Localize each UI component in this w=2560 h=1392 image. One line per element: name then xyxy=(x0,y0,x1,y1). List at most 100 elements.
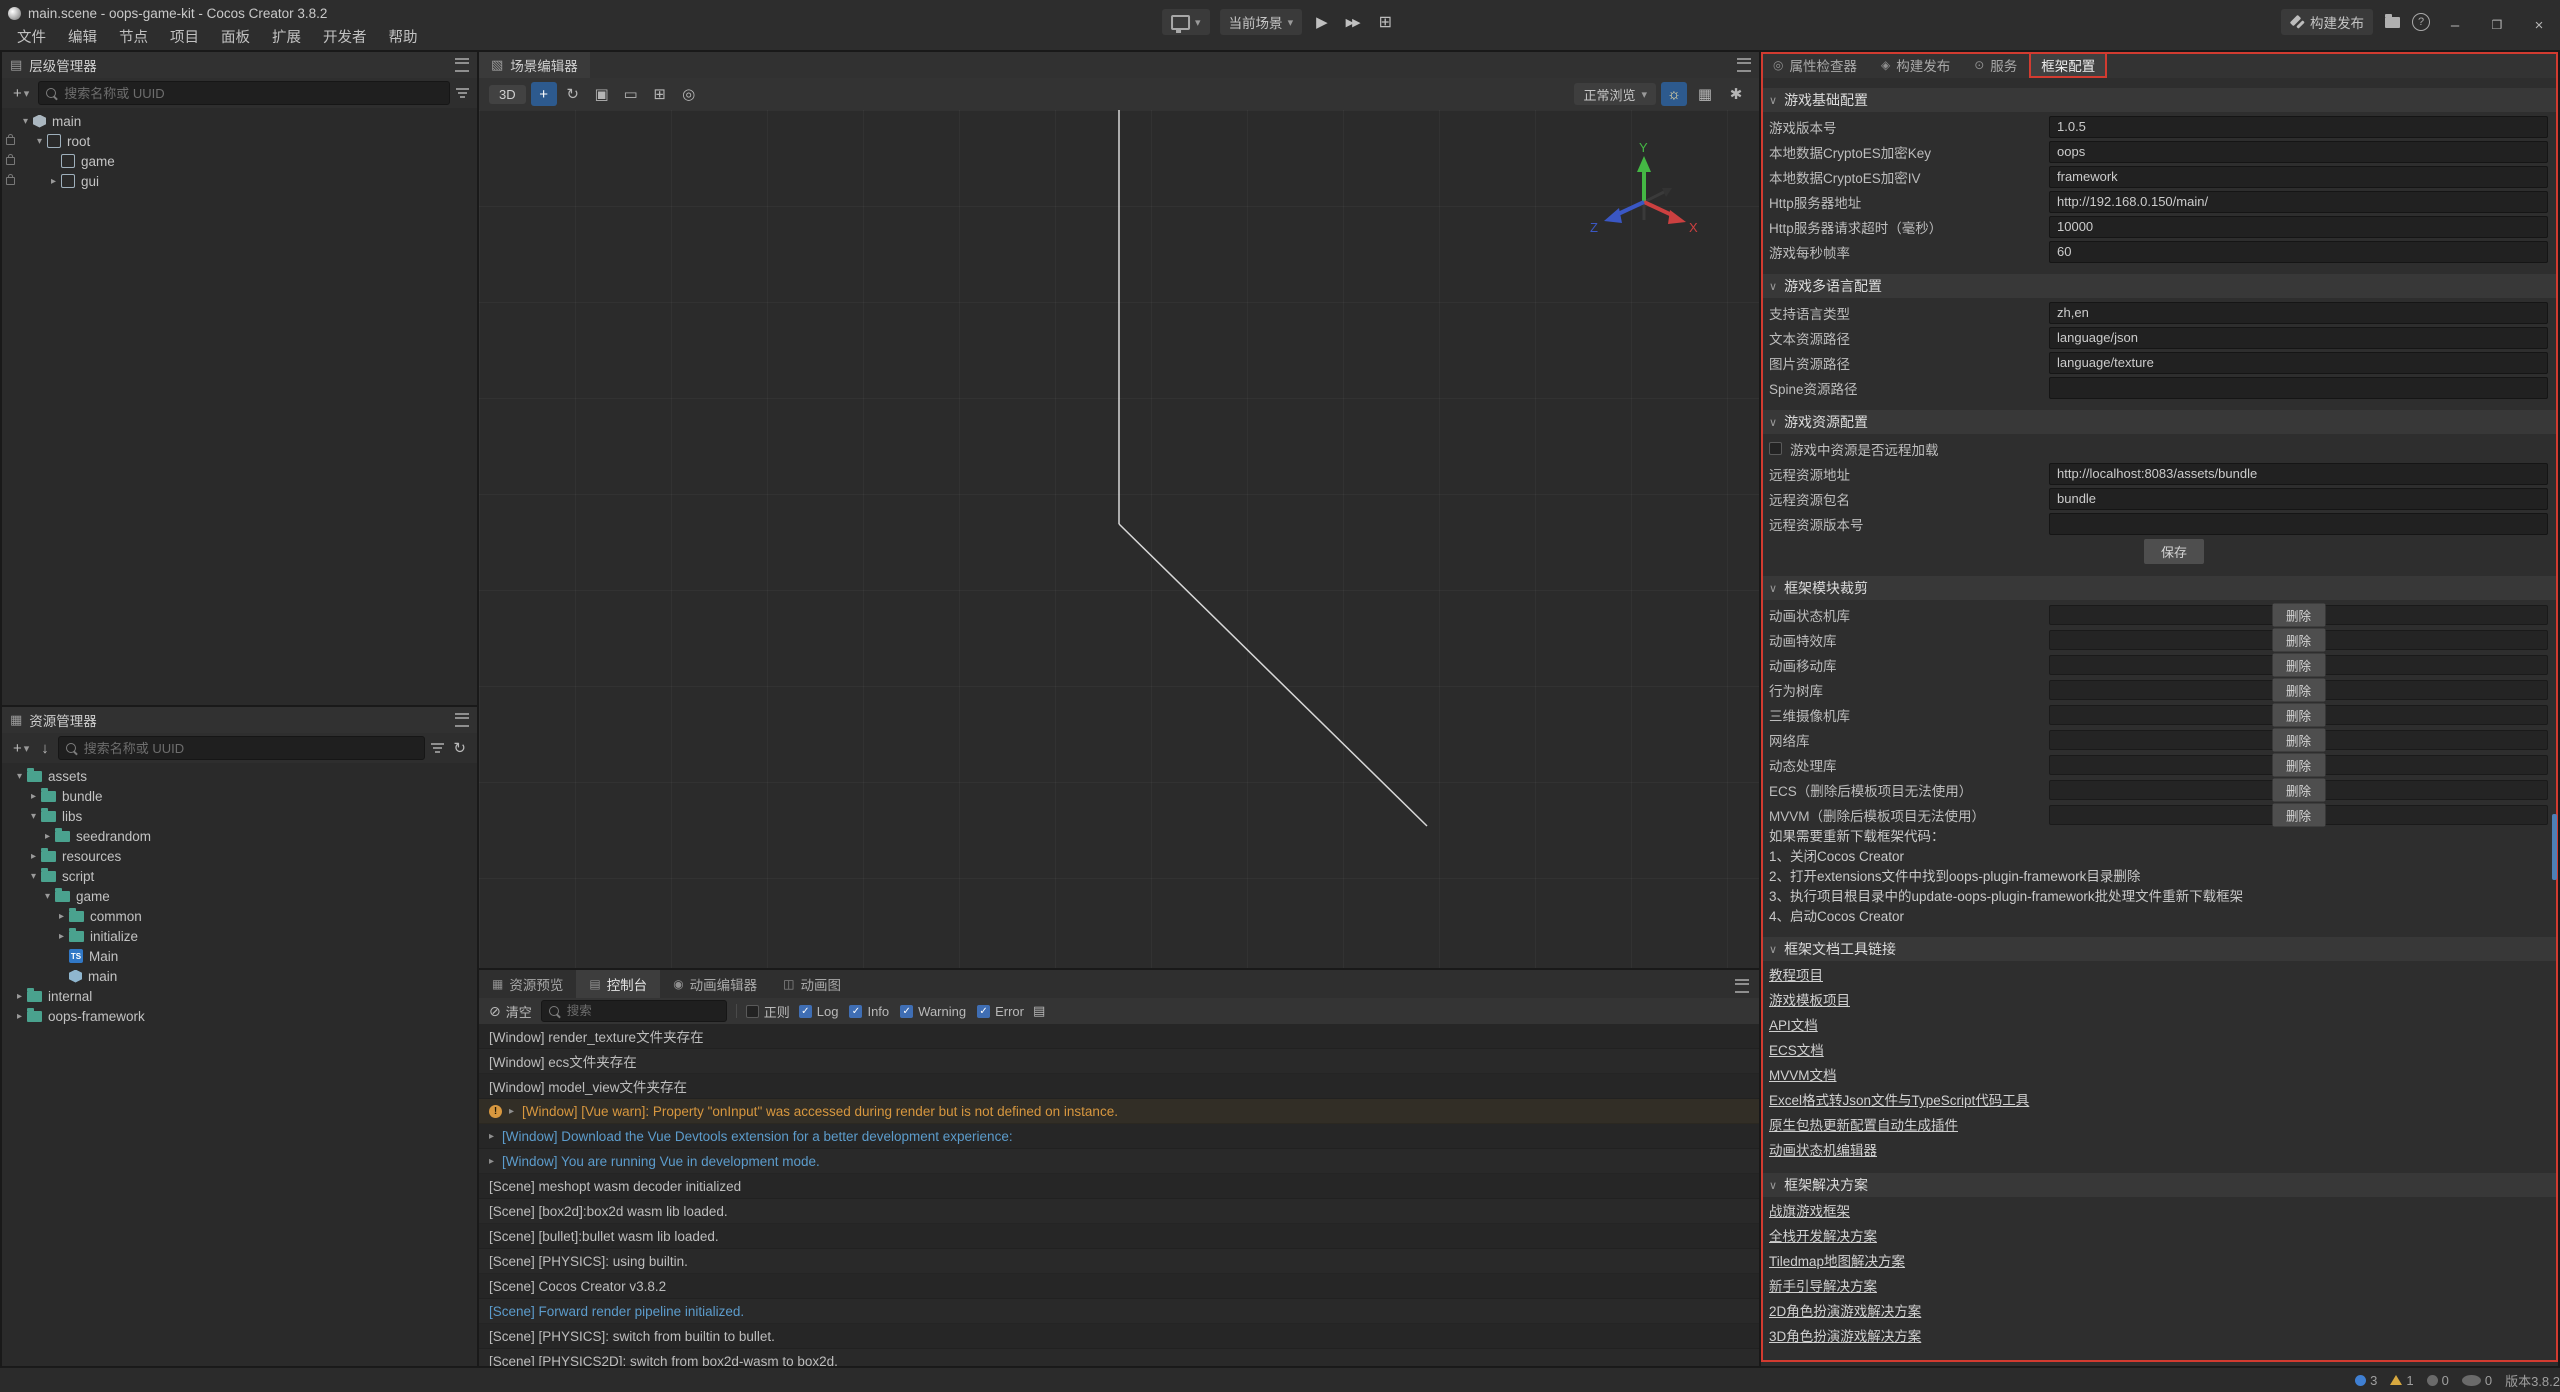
scene-tab[interactable]: ▧ 场景编辑器 xyxy=(479,52,590,78)
checkbox-log[interactable]: ✓ xyxy=(799,1005,812,1018)
panel-menu-icon[interactable] xyxy=(455,58,469,72)
delete-module-button-5[interactable]: 删除 xyxy=(2272,728,2325,751)
tree-row-common[interactable]: ▸common xyxy=(2,906,477,926)
menu-item-1[interactable]: 编辑 xyxy=(57,26,108,50)
inspector-tab-1[interactable]: ◈构建发布 xyxy=(1869,52,1962,78)
panel-menu-icon[interactable] xyxy=(455,713,469,727)
menu-item-6[interactable]: 开发者 xyxy=(312,26,378,50)
rect-tool-icon[interactable]: ▭ xyxy=(618,82,644,106)
create-node-button[interactable]: +▾ xyxy=(10,85,32,102)
section-header-3[interactable]: ∨框架模块裁剪 xyxy=(1761,576,2558,600)
inspector-tab-2[interactable]: ⊙服务 xyxy=(1962,52,2029,78)
tree-row-root[interactable]: ▾root xyxy=(2,131,477,151)
tree-row-game[interactable]: ▾game xyxy=(2,886,477,906)
tree-row-bundle[interactable]: ▸bundle xyxy=(2,786,477,806)
menu-item-3[interactable]: 项目 xyxy=(159,26,210,50)
gizmo-position-icon[interactable]: ⊞ xyxy=(647,82,673,106)
console-search[interactable] xyxy=(541,1000,727,1022)
menu-item-2[interactable]: 节点 xyxy=(108,26,159,50)
delete-module-button-1[interactable]: 删除 xyxy=(2272,628,2325,651)
checkbox-warning[interactable]: ✓ xyxy=(900,1005,913,1018)
close-button[interactable]: × xyxy=(2518,0,2560,50)
status-warn[interactable]: 1 xyxy=(2390,1373,2413,1388)
status-note[interactable]: 0 xyxy=(2462,1373,2492,1388)
link-4-5[interactable]: Excel格式转Json文件与TypeScript代码工具 xyxy=(1769,1088,2029,1113)
console-message[interactable]: !▸[Window] [Vue warn]: Property "onInput… xyxy=(479,1099,1759,1124)
menu-item-4[interactable]: 面板 xyxy=(210,26,261,50)
menu-item-0[interactable]: 文件 xyxy=(6,26,57,50)
save-button[interactable]: 保存 xyxy=(2144,539,2204,564)
tree-row-resources[interactable]: ▸resources xyxy=(2,846,477,866)
assets-search[interactable] xyxy=(58,736,426,760)
expand-icon[interactable]: ▸ xyxy=(489,1131,494,1142)
section-header-1[interactable]: ∨游戏多语言配置 xyxy=(1761,274,2558,298)
link-4-7[interactable]: 动画状态机编辑器 xyxy=(1769,1138,1877,1163)
chevron-right-icon[interactable]: ▸ xyxy=(26,791,41,802)
preview-window-icon[interactable]: ⊞ xyxy=(1373,9,1398,35)
delete-module-button-7[interactable]: 删除 xyxy=(2272,778,2325,801)
checkbox-error[interactable]: ✓ xyxy=(977,1005,990,1018)
console-message[interactable]: ▸[Window] You are running Vue in develop… xyxy=(479,1149,1759,1174)
assets-search-input[interactable] xyxy=(82,740,418,757)
tree-row-seedrandom[interactable]: ▸seedrandom xyxy=(2,826,477,846)
property-input-1-2[interactable] xyxy=(2049,352,2548,374)
step-button[interactable]: ▶▶ xyxy=(1342,16,1363,29)
chevron-down-icon[interactable]: ▾ xyxy=(32,136,47,147)
remote-load-checkbox[interactable] xyxy=(1769,442,1782,455)
link-4-3[interactable]: ECS文档 xyxy=(1769,1038,1824,1063)
panel-menu-icon[interactable] xyxy=(1735,979,1749,993)
property-input-2-2[interactable] xyxy=(2049,513,2548,535)
delete-module-button-4[interactable]: 删除 xyxy=(2272,703,2325,726)
rotate-tool-icon[interactable]: ↻ xyxy=(560,82,586,106)
tree-row-oops-framework[interactable]: ▸oops-framework xyxy=(2,1006,477,1026)
property-input-0-1[interactable] xyxy=(2049,141,2548,163)
property-input-0-5[interactable] xyxy=(2049,241,2548,263)
tree-row-initialize[interactable]: ▸initialize xyxy=(2,926,477,946)
tree-row-Main[interactable]: TSMain xyxy=(2,946,477,966)
preview-device-select[interactable]: ▾ xyxy=(1162,9,1210,35)
minimize-button[interactable]: – xyxy=(2434,0,2476,50)
status-error[interactable]: 0 xyxy=(2427,1373,2449,1388)
delete-module-button-3[interactable]: 删除 xyxy=(2272,678,2325,701)
console-search-input[interactable] xyxy=(565,1003,719,1019)
filter-info[interactable]: ✓Info xyxy=(849,1004,889,1019)
property-input-0-4[interactable] xyxy=(2049,216,2548,238)
inspector-tab-0[interactable]: ◎属性检查器 xyxy=(1761,52,1869,78)
property-input-0-2[interactable] xyxy=(2049,166,2548,188)
property-input-1-3[interactable] xyxy=(2049,377,2548,399)
gizmo-rotation-icon[interactable]: ◎ xyxy=(676,82,702,106)
property-input-1-1[interactable] xyxy=(2049,327,2548,349)
chevron-right-icon[interactable]: ▸ xyxy=(40,831,55,842)
tree-row-game[interactable]: game xyxy=(2,151,477,171)
hierarchy-search[interactable] xyxy=(38,81,450,105)
help-icon[interactable]: ? xyxy=(2412,13,2430,31)
tree-row-internal[interactable]: ▸internal xyxy=(2,986,477,1006)
link-4-4[interactable]: MVVM文档 xyxy=(1769,1063,1837,1088)
build-publish-button[interactable]: 构建发布 xyxy=(2281,9,2373,35)
property-input-0-0[interactable] xyxy=(2049,116,2548,138)
chevron-right-icon[interactable]: ▸ xyxy=(46,176,61,187)
tree-row-assets[interactable]: ▾assets xyxy=(2,766,477,786)
delete-module-button-2[interactable]: 删除 xyxy=(2272,653,2325,676)
move-tool-icon[interactable]: + xyxy=(531,82,557,106)
chevron-right-icon[interactable]: ▸ xyxy=(54,931,69,942)
console-tab-1[interactable]: ▤控制台 xyxy=(576,970,660,998)
console-tab-0[interactable]: ▦资源预览 xyxy=(479,970,576,998)
filter-log[interactable]: ✓Log xyxy=(799,1004,839,1019)
filter-error[interactable]: ✓Error xyxy=(977,1004,1024,1019)
scene-viewport[interactable]: Y X Z xyxy=(479,110,1759,968)
chevron-down-icon[interactable]: ▾ xyxy=(40,891,55,902)
section-header-0[interactable]: ∨游戏基础配置 xyxy=(1761,88,2558,112)
tree-row-main[interactable]: main xyxy=(2,966,477,986)
tree-row-gui[interactable]: ▸gui xyxy=(2,171,477,191)
chevron-right-icon[interactable]: ▸ xyxy=(54,911,69,922)
link-5-2[interactable]: Tiledmap地图解决方案 xyxy=(1769,1249,1905,1274)
tree-row-libs[interactable]: ▾libs xyxy=(2,806,477,826)
maximize-button[interactable]: ❒ xyxy=(2476,0,2518,50)
section-header-4[interactable]: ∨框架文档工具链接 xyxy=(1761,937,2558,961)
projection-3d-toggle[interactable]: 3D xyxy=(489,85,526,104)
axis-gizmo[interactable]: Y X Z xyxy=(1584,140,1704,260)
inspector-tab-3[interactable]: 框架配置 xyxy=(2029,52,2107,78)
menu-item-7[interactable]: 帮助 xyxy=(378,26,429,50)
link-4-0[interactable]: 教程项目 xyxy=(1769,963,1823,988)
